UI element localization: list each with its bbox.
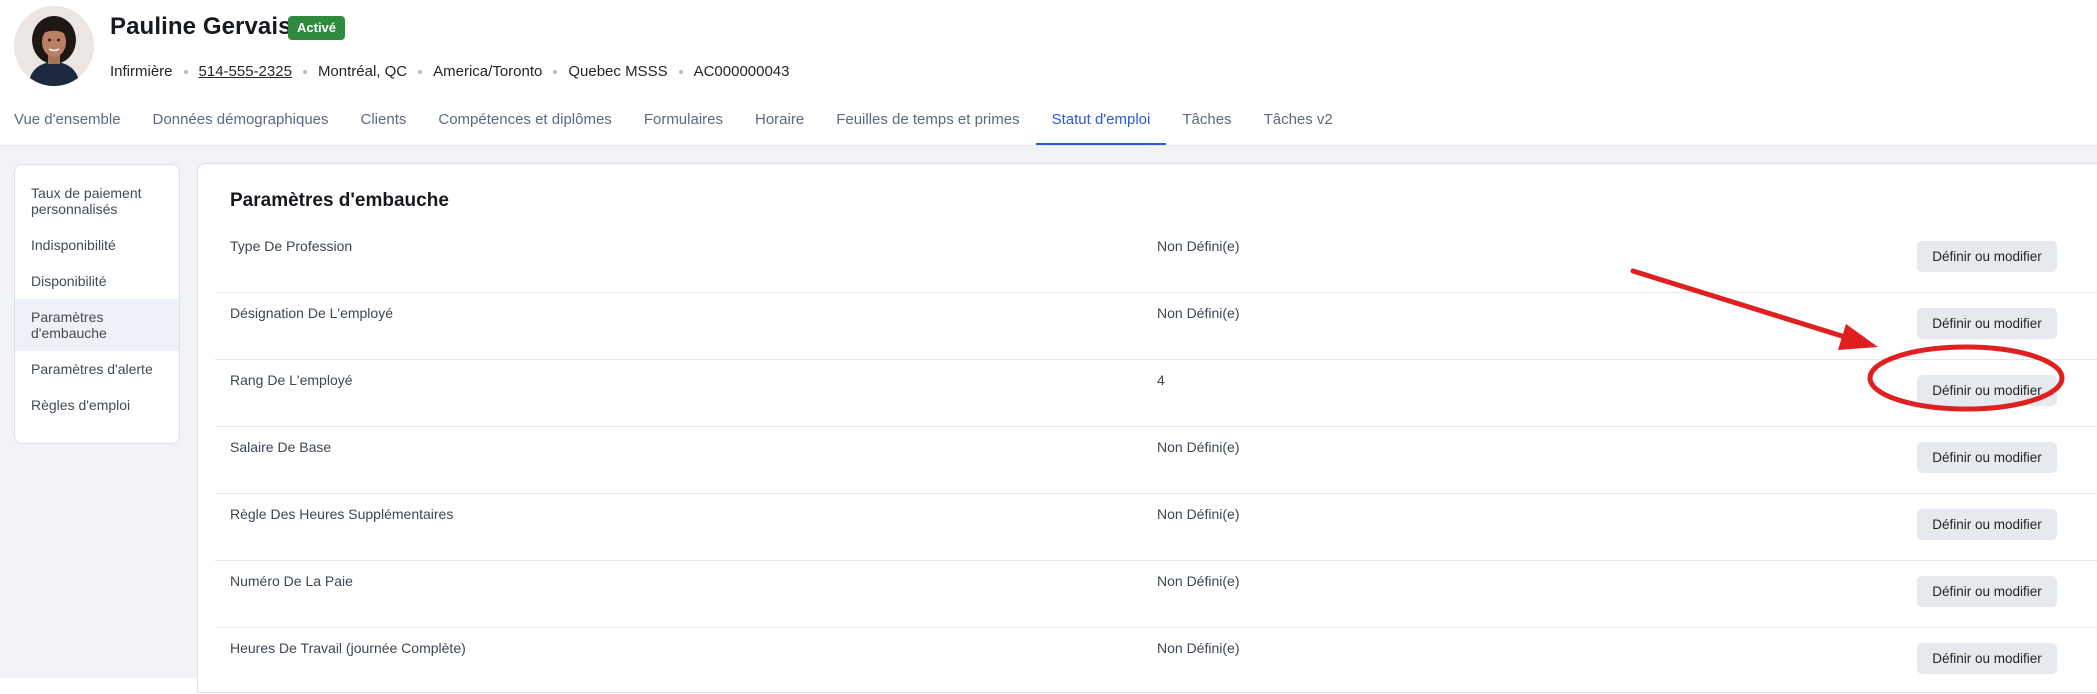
- profile-name: Pauline Gervais: [110, 13, 292, 40]
- edit-overtime-rule-button[interactable]: Définir ou modifier: [1917, 509, 2057, 540]
- row-value: 4: [1157, 372, 1165, 388]
- profile-meta: Infirmière 514-555-2325 Montréal, QC Ame…: [110, 63, 790, 80]
- row-label: Numéro De La Paie: [230, 573, 353, 589]
- settings-row-employee-designation: Désignation De L'employé Non Défini(e) D…: [215, 293, 2097, 360]
- sidebar-item-alert-settings[interactable]: Paramètres d'alerte: [15, 351, 179, 387]
- row-label: Heures De Travail (journée Complète): [230, 640, 466, 656]
- tab-forms[interactable]: Formulaires: [628, 98, 739, 145]
- avatar[interactable]: [14, 6, 94, 86]
- edit-profession-type-button[interactable]: Définir ou modifier: [1917, 241, 2057, 272]
- profile-tabs: Vue d'ensemble Données démographiques Cl…: [0, 98, 1349, 145]
- sidebar-item-availability[interactable]: Disponibilité: [15, 263, 179, 299]
- edit-employee-designation-button[interactable]: Définir ou modifier: [1917, 308, 2057, 339]
- row-label: Type De Profession: [230, 238, 353, 254]
- edit-base-salary-button[interactable]: Définir ou modifier: [1917, 442, 2057, 473]
- row-value: Non Défini(e): [1157, 238, 1240, 254]
- profile-id: AC000000043: [693, 63, 790, 80]
- sidebar-item-unavailability[interactable]: Indisponibilité: [15, 227, 179, 263]
- settings-row-work-hours: Heures De Travail (journée Complète) Non…: [215, 628, 2097, 694]
- sidebar-item-hiring-settings[interactable]: Paramètres d'embauche: [15, 299, 179, 351]
- settings-row-overtime-rule: Règle Des Heures Supplémentaires Non Déf…: [215, 494, 2097, 561]
- edit-work-hours-button[interactable]: Définir ou modifier: [1917, 643, 2057, 674]
- row-label: Règle Des Heures Supplémentaires: [230, 506, 454, 522]
- settings-row-base-salary: Salaire De Base Non Défini(e) Définir ou…: [215, 427, 2097, 494]
- tab-tasks-v2[interactable]: Tâches v2: [1248, 98, 1349, 145]
- hiring-settings-panel: Paramètres d'embauche Type De Profession…: [197, 163, 2097, 693]
- sidebar-item-employment-rules[interactable]: Règles d'emploi: [15, 387, 179, 423]
- separator-dot: [302, 69, 307, 74]
- tab-skills[interactable]: Compétences et diplômes: [422, 98, 627, 145]
- tab-employment-status[interactable]: Statut d'emploi: [1035, 98, 1167, 145]
- row-value: Non Défini(e): [1157, 640, 1240, 656]
- settings-row-payroll-number: Numéro De La Paie Non Défini(e) Définir …: [215, 561, 2097, 628]
- profile-organization: Quebec MSSS: [568, 63, 668, 80]
- settings-sidenav: Taux de paiement personnalisés Indisponi…: [14, 164, 180, 444]
- profile-timezone: America/Toronto: [433, 63, 543, 80]
- edit-employee-rank-button[interactable]: Définir ou modifier: [1917, 375, 2057, 406]
- row-value: Non Défini(e): [1157, 506, 1240, 522]
- tab-timesheets[interactable]: Feuilles de temps et primes: [820, 98, 1035, 145]
- profile-role: Infirmière: [110, 63, 173, 80]
- row-value: Non Défini(e): [1157, 305, 1240, 321]
- separator-dot: [183, 69, 188, 74]
- tab-demographics[interactable]: Données démographiques: [137, 98, 345, 145]
- row-label: Désignation De L'employé: [230, 305, 393, 321]
- separator-dot: [678, 69, 683, 74]
- row-value: Non Défini(e): [1157, 573, 1240, 589]
- settings-row-employee-rank: Rang De L'employé 4 Définir ou modifier: [215, 360, 2097, 427]
- profile-phone-link[interactable]: 514-555-2325: [199, 63, 292, 80]
- edit-payroll-number-button[interactable]: Définir ou modifier: [1917, 576, 2057, 607]
- row-label: Salaire De Base: [230, 439, 332, 455]
- tab-clients[interactable]: Clients: [345, 98, 423, 145]
- settings-list: Type De Profession Non Défini(e) Définir…: [215, 226, 2097, 694]
- page-title: Paramètres d'embauche: [230, 190, 449, 211]
- tab-tasks[interactable]: Tâches: [1166, 98, 1247, 145]
- row-label: Rang De L'employé: [230, 372, 353, 388]
- tab-schedule[interactable]: Horaire: [739, 98, 820, 145]
- user-photo-icon: [14, 6, 94, 86]
- separator-dot: [553, 69, 558, 74]
- sidebar-item-custom-pay-rates[interactable]: Taux de paiement personnalisés: [15, 175, 179, 227]
- profile-header: Pauline Gervais Activé Infirmière 514-55…: [0, 0, 2097, 146]
- status-badge: Activé: [288, 16, 346, 40]
- profile-city: Montréal, QC: [317, 63, 408, 80]
- separator-dot: [418, 69, 423, 74]
- tab-overview[interactable]: Vue d'ensemble: [0, 98, 137, 145]
- settings-row-profession-type: Type De Profession Non Défini(e) Définir…: [215, 226, 2097, 293]
- row-value: Non Défini(e): [1157, 439, 1240, 455]
